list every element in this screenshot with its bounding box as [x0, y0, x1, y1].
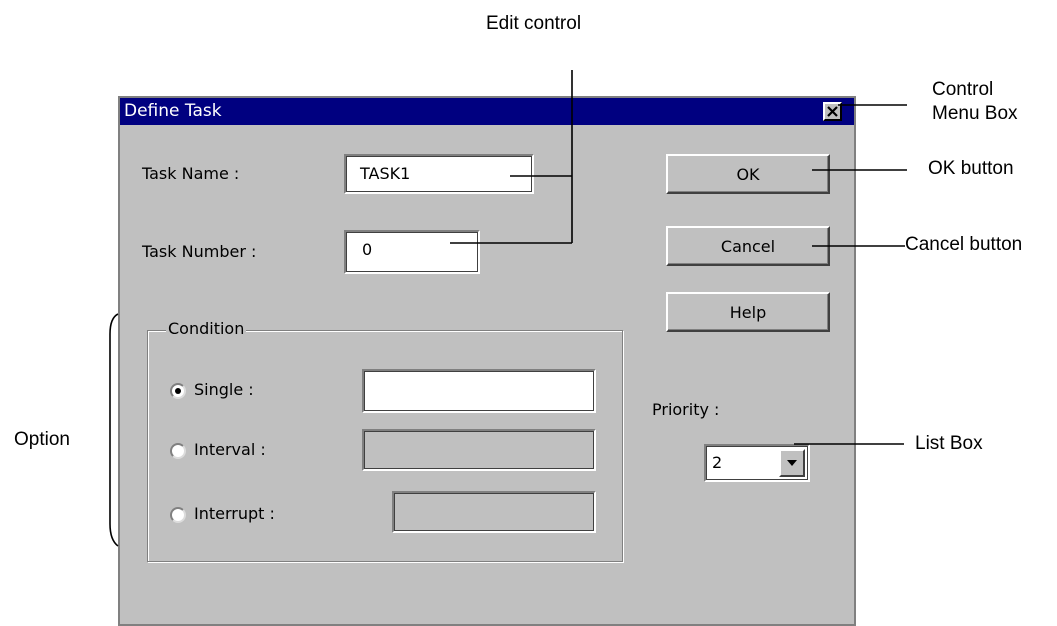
option-bracket [109, 313, 119, 547]
edit-control-callout [450, 70, 573, 244]
callout-lines [109, 70, 907, 547]
